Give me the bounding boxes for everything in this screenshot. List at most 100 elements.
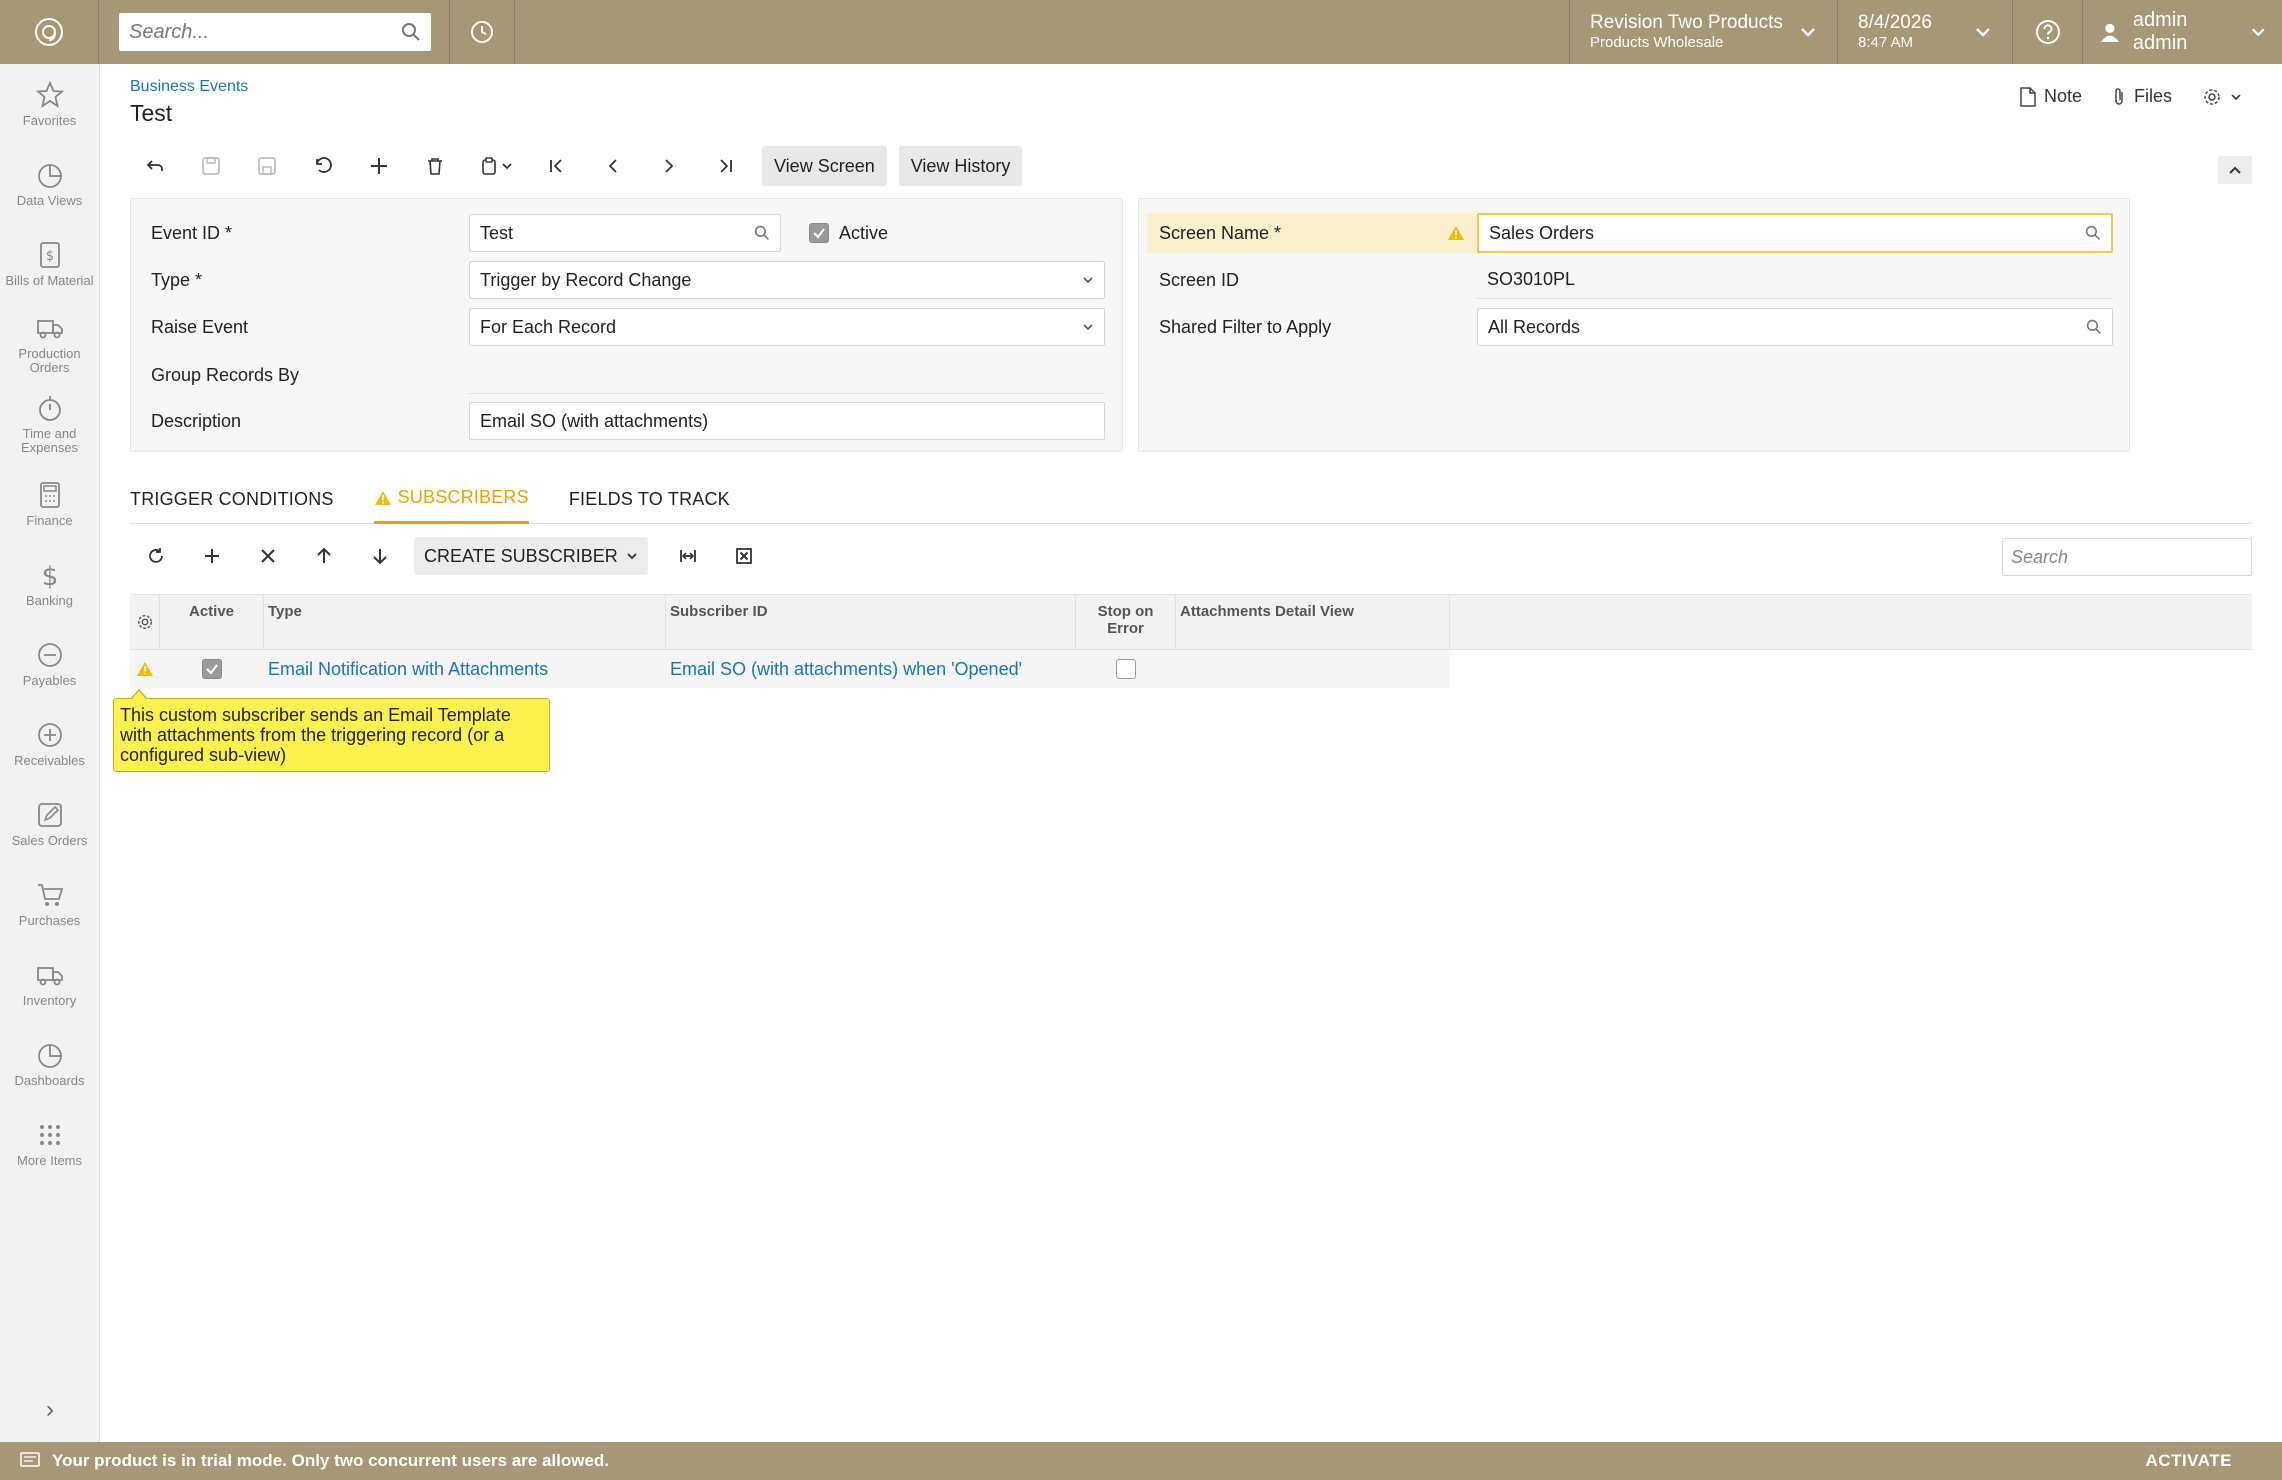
undo-button[interactable] bbox=[298, 145, 348, 187]
row-active-checkbox[interactable] bbox=[202, 659, 222, 679]
copy-paste-button[interactable] bbox=[466, 145, 526, 187]
nav-item-purchases[interactable]: Purchases bbox=[0, 864, 99, 944]
chevron-up-icon bbox=[2229, 166, 2241, 174]
help-button[interactable] bbox=[2012, 0, 2082, 64]
user-menu[interactable]: admin admin bbox=[2082, 0, 2282, 64]
tab-subscribers[interactable]: SUBSCRIBERS bbox=[373, 474, 529, 524]
refresh-button[interactable] bbox=[130, 535, 182, 577]
nav-item-bills-of-material[interactable]: $ Bills of Material bbox=[0, 224, 99, 304]
nav-item-sales-orders[interactable]: Sales Orders bbox=[0, 784, 99, 864]
type-select[interactable]: Trigger by Record Change bbox=[469, 261, 1105, 299]
event-id-field[interactable]: Test bbox=[469, 214, 781, 252]
row-stop-on-error-cell[interactable] bbox=[1076, 650, 1176, 688]
create-subscriber-button[interactable]: CREATE SUBSCRIBER bbox=[414, 537, 648, 575]
table-row[interactable]: Email Notification with Attachments Emai… bbox=[130, 650, 2252, 688]
active-checkbox-box[interactable] bbox=[809, 223, 829, 243]
tab-trigger-conditions[interactable]: TRIGGER CONDITIONS bbox=[130, 474, 334, 524]
trial-status-bar: Your product is in trial mode. Only two … bbox=[0, 1442, 2282, 1480]
expand-nav-chevron-icon[interactable]: › bbox=[0, 1396, 100, 1424]
nav-item-time-and-expenses[interactable]: Time and Expenses bbox=[0, 384, 99, 464]
add-button[interactable] bbox=[354, 145, 404, 187]
nav-item-receivables[interactable]: Receivables bbox=[0, 704, 99, 784]
save-close-button[interactable] bbox=[186, 145, 236, 187]
group-records-field[interactable] bbox=[469, 356, 1105, 394]
back-button[interactable] bbox=[130, 145, 180, 187]
row-type-cell[interactable]: Email Notification with Attachments bbox=[264, 650, 666, 688]
column-header-stop-on-error[interactable]: Stop on Error bbox=[1076, 595, 1176, 649]
collapse-header-button[interactable] bbox=[2218, 156, 2252, 184]
activate-link[interactable]: ACTIVATE bbox=[2146, 1451, 2232, 1471]
nav-item-inventory[interactable]: Inventory bbox=[0, 944, 99, 1024]
search-icon[interactable] bbox=[2085, 225, 2101, 241]
shared-filter-field[interactable]: All Records bbox=[1477, 308, 2113, 346]
nav-item-dashboards[interactable]: Dashboards bbox=[0, 1024, 99, 1104]
save-button[interactable] bbox=[242, 145, 292, 187]
previous-record-button[interactable] bbox=[588, 145, 638, 187]
column-header-subscriber-id[interactable]: Subscriber ID bbox=[666, 595, 1076, 649]
search-icon[interactable] bbox=[754, 225, 770, 241]
view-history-button[interactable]: View History bbox=[898, 146, 1023, 186]
next-record-button[interactable] bbox=[644, 145, 694, 187]
warning-icon bbox=[374, 490, 391, 505]
company-selector[interactable]: Revision Two Products Products Wholesale bbox=[1569, 0, 1837, 64]
move-down-button[interactable] bbox=[354, 535, 406, 577]
settings-menu[interactable] bbox=[2202, 87, 2242, 107]
move-up-button[interactable] bbox=[298, 535, 350, 577]
company-branch: Products Wholesale bbox=[1590, 34, 1724, 51]
row-attachments-detail-view-cell[interactable] bbox=[1176, 650, 1450, 688]
row-subscriber-id-cell[interactable]: Email SO (with attachments) when 'Opened… bbox=[666, 650, 1076, 688]
fit-columns-button[interactable] bbox=[662, 535, 714, 577]
arrow-up-icon bbox=[317, 547, 331, 563]
row-subscriber-id-link[interactable]: Email SO (with attachments) when 'Opened… bbox=[670, 659, 1022, 680]
row-type-link[interactable]: Email Notification with Attachments bbox=[268, 659, 548, 680]
trial-message: Your product is in trial mode. Only two … bbox=[52, 1451, 610, 1470]
global-search[interactable] bbox=[119, 13, 431, 51]
delete-row-button[interactable] bbox=[242, 535, 294, 577]
save-icon bbox=[258, 157, 276, 175]
row-stop-on-error-checkbox[interactable] bbox=[1116, 659, 1136, 679]
business-date-selector[interactable]: 8/4/2026 8:47 AM bbox=[1837, 0, 2012, 64]
clipboard-icon bbox=[482, 157, 496, 175]
nav-item-favorites[interactable]: Favorites bbox=[0, 64, 99, 144]
delete-button[interactable] bbox=[410, 145, 460, 187]
row-active-cell[interactable] bbox=[160, 650, 264, 688]
row-warning-cell[interactable] bbox=[130, 650, 160, 688]
view-screen-button[interactable]: View Screen bbox=[762, 146, 887, 186]
files-button[interactable]: Files bbox=[2112, 86, 2172, 107]
app-logo[interactable] bbox=[0, 0, 99, 64]
nav-item-finance[interactable]: Finance bbox=[0, 464, 99, 544]
search-icon[interactable] bbox=[2086, 319, 2102, 335]
recent-history-button[interactable] bbox=[449, 0, 515, 64]
grid-search[interactable] bbox=[2002, 538, 2252, 576]
description-field[interactable]: Email SO (with attachments) bbox=[469, 402, 1105, 440]
nav-item-payables[interactable]: Payables bbox=[0, 624, 99, 704]
column-settings-button[interactable] bbox=[130, 595, 160, 649]
last-record-button[interactable] bbox=[700, 145, 750, 187]
global-search-input[interactable] bbox=[129, 20, 401, 44]
nav-item-production-orders[interactable]: Production Orders bbox=[0, 304, 99, 384]
grid-dots-icon bbox=[39, 1125, 60, 1145]
svg-text:$: $ bbox=[41, 562, 58, 590]
note-button[interactable]: Note bbox=[2020, 86, 2082, 107]
raise-event-select[interactable]: For Each Record bbox=[469, 308, 1105, 346]
column-header-type[interactable]: Type bbox=[264, 595, 666, 649]
nav-item-data-views[interactable]: Data Views bbox=[0, 144, 99, 224]
add-row-button[interactable] bbox=[186, 535, 238, 577]
grid-search-input[interactable] bbox=[2011, 546, 2245, 568]
chevron-right-icon bbox=[665, 159, 674, 173]
active-checkbox[interactable]: Active bbox=[809, 223, 888, 244]
column-header-attachments-detail-view[interactable]: Attachments Detail View bbox=[1176, 595, 1450, 649]
first-record-button[interactable] bbox=[532, 145, 582, 187]
gear-icon bbox=[2204, 88, 2220, 105]
nav-item-more-items[interactable]: More Items bbox=[0, 1104, 99, 1184]
note-icon bbox=[2020, 86, 2036, 107]
search-icon[interactable] bbox=[401, 22, 421, 42]
form-toolbar: View Screen View History bbox=[130, 142, 1023, 190]
export-excel-button[interactable] bbox=[718, 535, 770, 577]
column-header-active[interactable]: Active bbox=[160, 595, 264, 649]
nav-item-banking[interactable]: $ Banking bbox=[0, 544, 99, 624]
tab-fields-to-track[interactable]: FIELDS TO TRACK bbox=[569, 474, 730, 524]
truck-icon bbox=[36, 967, 63, 986]
breadcrumb[interactable]: Business Events bbox=[130, 78, 248, 96]
screen-name-field[interactable]: Sales Orders bbox=[1477, 213, 2113, 253]
